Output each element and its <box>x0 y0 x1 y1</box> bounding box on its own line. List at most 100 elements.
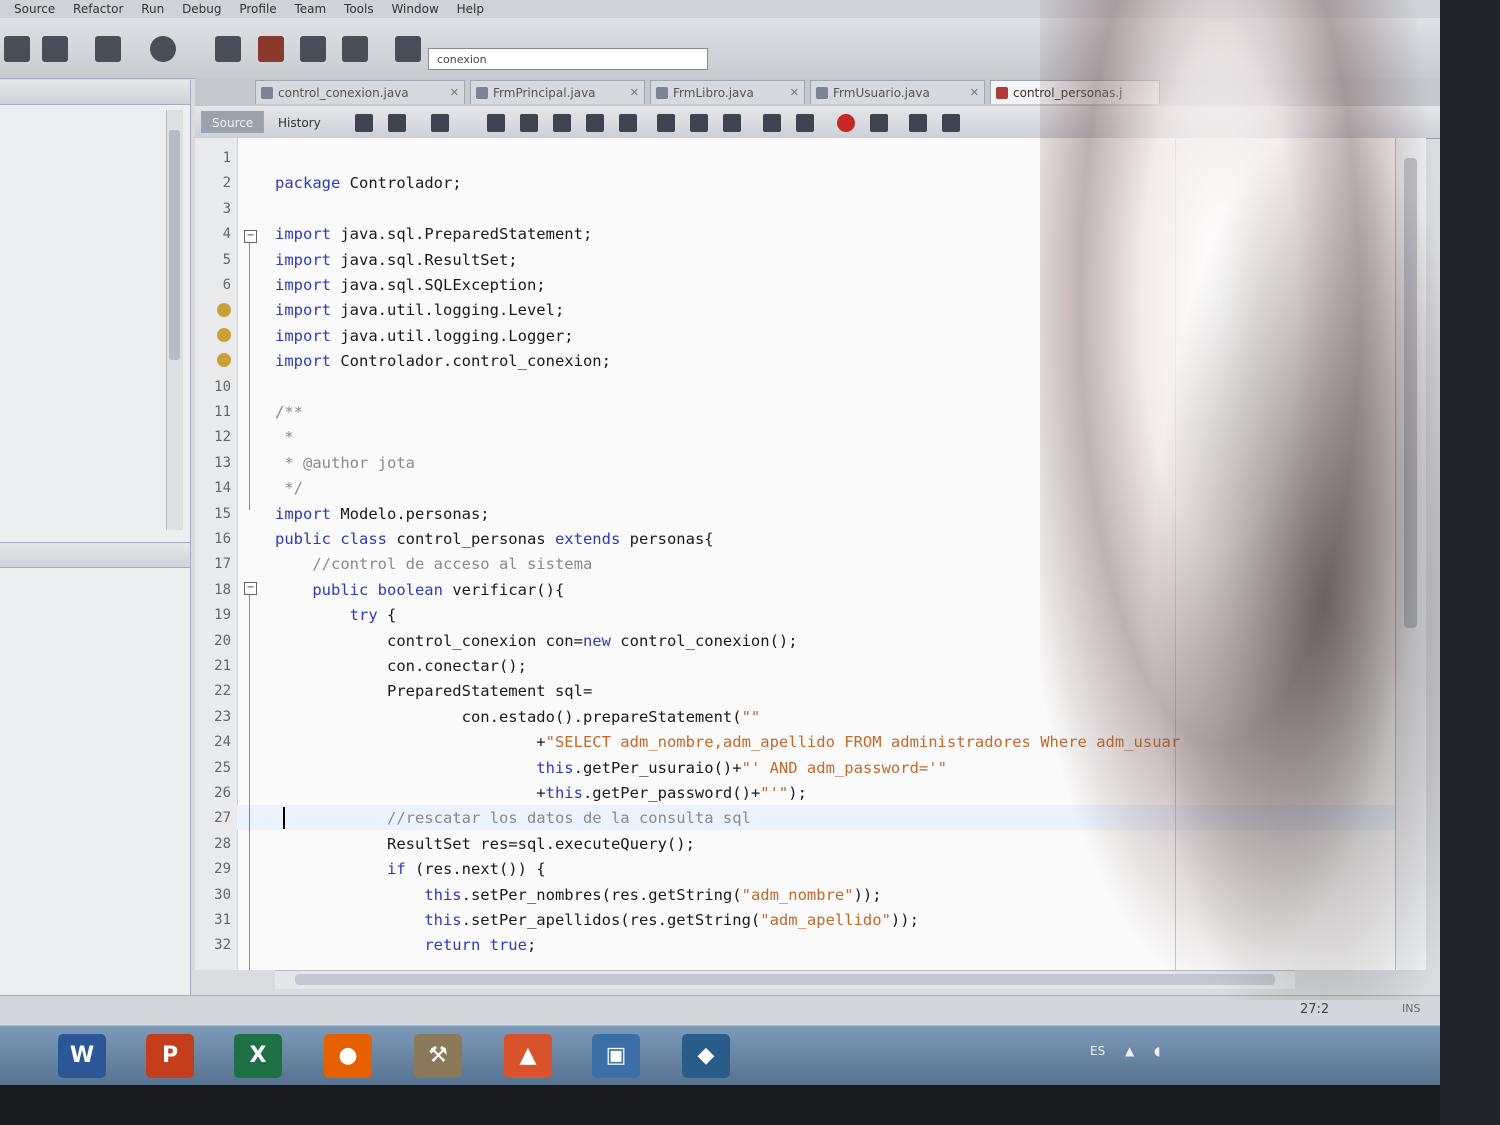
run-icon[interactable] <box>42 36 68 62</box>
comment-icon[interactable] <box>909 114 927 132</box>
new-project-icon[interactable] <box>4 36 30 62</box>
copy-icon[interactable] <box>342 36 368 62</box>
history-tab[interactable]: History <box>267 111 332 133</box>
last-edit-icon[interactable] <box>355 114 373 132</box>
word-icon[interactable]: W <box>58 1034 106 1078</box>
code-line[interactable]: 1 <box>195 146 1395 171</box>
shift-left-icon[interactable] <box>763 114 781 132</box>
back-icon[interactable] <box>388 114 406 132</box>
toggle-rect-selection-icon[interactable] <box>619 114 637 132</box>
code-line[interactable]: 29 if (res.next()) { <box>195 857 1395 882</box>
prev-bookmark-icon[interactable] <box>657 114 675 132</box>
code-line[interactable]: 28 ResultSet res=sql.executeQuery(); <box>195 832 1395 857</box>
code-line[interactable]: 2 package Controlador; <box>195 171 1395 196</box>
code-line[interactable]: 12 * <box>195 425 1395 450</box>
profile-icon[interactable] <box>215 36 241 62</box>
code-line[interactable]: 5 import java.sql.ResultSet; <box>195 248 1395 273</box>
matlab-icon[interactable]: ▲ <box>504 1034 552 1078</box>
line-number: 28 <box>214 835 231 852</box>
menu-item[interactable]: Window <box>391 0 438 18</box>
build-icon[interactable] <box>95 36 121 62</box>
code-line[interactable]: 25 this.getPer_usuraio()+"' AND adm_pass… <box>195 756 1395 781</box>
close-icon[interactable]: ✕ <box>630 81 639 104</box>
editor-horizontal-scrollbar[interactable] <box>275 970 1295 989</box>
editor-tabs: control_conexion.java ✕ FrmPrincipal.jav… <box>195 78 1440 107</box>
find-previous-icon[interactable] <box>520 114 538 132</box>
menu-item[interactable]: Tools <box>344 0 374 18</box>
code-line[interactable]: 21 con.conectar(); <box>195 654 1395 679</box>
find-icon[interactable] <box>487 114 505 132</box>
tab-frmlibro[interactable]: FrmLibro.java ✕ <box>650 80 805 104</box>
code-line[interactable]: 23 con.estado().prepareStatement("" <box>195 705 1395 730</box>
next-bookmark-icon[interactable] <box>690 114 708 132</box>
stop-icon[interactable] <box>258 36 284 62</box>
menu-item[interactable]: Debug <box>182 0 221 18</box>
code-line[interactable]: 26 +this.getPer_password()+"'"); <box>195 781 1395 806</box>
close-icon[interactable]: ✕ <box>450 81 459 104</box>
shift-right-icon[interactable] <box>796 114 814 132</box>
code-line[interactable]: 11 /** <box>195 400 1395 425</box>
menu-item[interactable]: Source <box>14 0 55 18</box>
code-editor[interactable]: − − 1 2 package Controlador; 3 4 import java.… <box>195 138 1395 970</box>
code-line[interactable]: 4 import java.sql.PreparedStatement; <box>195 222 1395 247</box>
menu-item[interactable]: Profile <box>239 0 276 18</box>
tab-control-conexion[interactable]: control_conexion.java ✕ <box>255 80 465 104</box>
code-line[interactable]: import java.util.logging.Level; <box>195 298 1395 323</box>
start-macro-icon[interactable] <box>837 114 855 132</box>
configuration-combo[interactable]: conexion <box>428 48 708 70</box>
code-line[interactable]: 16 public class control_personas extends … <box>195 527 1395 552</box>
code-line[interactable]: 6 import java.sql.SQLException; <box>195 273 1395 298</box>
menu-item[interactable]: Refactor <box>73 0 123 18</box>
code-line[interactable]: 17 //control de acceso al sistema <box>195 552 1395 577</box>
save-icon[interactable] <box>300 36 326 62</box>
code-line[interactable]: 27 //rescatar los datos de la consulta s… <box>195 806 1395 831</box>
network-icon[interactable]: ▲ <box>1125 1044 1134 1058</box>
code-line[interactable]: 19 try { <box>195 603 1395 628</box>
stop-macro-icon[interactable] <box>870 114 888 132</box>
code-line[interactable]: 32 return true; <box>195 933 1395 958</box>
menu-item[interactable]: Team <box>295 0 327 18</box>
code-line[interactable]: 13 * @author jota <box>195 451 1395 476</box>
toggle-bookmark-icon[interactable] <box>723 114 741 132</box>
firefox-icon[interactable]: ● <box>324 1034 372 1078</box>
code-line[interactable]: 18 public boolean verificar(){ <box>195 578 1395 603</box>
code-line[interactable]: import java.util.logging.Logger; <box>195 324 1395 349</box>
code-line[interactable]: 31 this.setPer_apellidos(res.getString("… <box>195 908 1395 933</box>
mysql-workbench-icon[interactable]: ◆ <box>682 1034 730 1078</box>
code-line[interactable]: 20 control_conexion con=new control_cone… <box>195 629 1395 654</box>
tab-control-personas[interactable]: control_personas.j <box>990 80 1160 104</box>
code-text: try { <box>349 606 397 625</box>
excel-icon[interactable]: X <box>234 1034 282 1078</box>
config-icon[interactable] <box>395 36 421 62</box>
code-line[interactable]: 14 */ <box>195 476 1395 501</box>
code-line[interactable]: import Controlador.control_conexion; <box>195 349 1395 374</box>
code-line[interactable]: 15 import Modelo.personas; <box>195 502 1395 527</box>
source-tab[interactable]: Source <box>201 111 265 133</box>
tab-frmprincipal[interactable]: FrmPrincipal.java ✕ <box>470 80 645 104</box>
code-line[interactable]: 24 +"SELECT adm_nombre,adm_apellido FROM… <box>195 730 1395 755</box>
close-icon[interactable]: ✕ <box>790 81 799 104</box>
volume-icon[interactable]: ◖ <box>1154 1044 1160 1058</box>
forward-icon[interactable] <box>431 114 449 132</box>
code-line[interactable]: 3 <box>195 197 1395 222</box>
find-next-icon[interactable] <box>553 114 571 132</box>
code-line[interactable]: 10 <box>195 375 1395 400</box>
line-number: 1 <box>222 150 231 166</box>
menu-item[interactable]: Help <box>457 0 484 18</box>
menu-item[interactable]: Run <box>141 0 164 18</box>
line-number: 21 <box>214 658 231 674</box>
virtualbox-icon[interactable]: ▣ <box>592 1034 640 1078</box>
close-icon[interactable]: ✕ <box>970 81 979 104</box>
debug-icon[interactable] <box>150 36 176 62</box>
tab-frmusuario[interactable]: FrmUsuario.java ✕ <box>810 80 985 104</box>
editor-vertical-scrollbar[interactable] <box>1395 138 1426 970</box>
line-number: 5 <box>222 251 231 268</box>
code-line[interactable]: 22 PreparedStatement sql= <box>195 679 1395 704</box>
projects-scrollbar[interactable] <box>166 110 183 530</box>
tools-icon[interactable]: ⚒ <box>414 1034 462 1078</box>
code-line[interactable]: 30 this.setPer_nombres(res.getString("ad… <box>195 883 1395 908</box>
powerpoint-icon[interactable]: P <box>146 1034 194 1078</box>
language-indicator[interactable]: ES <box>1090 1044 1105 1058</box>
uncomment-icon[interactable] <box>942 114 960 132</box>
toggle-highlight-icon[interactable] <box>586 114 604 132</box>
